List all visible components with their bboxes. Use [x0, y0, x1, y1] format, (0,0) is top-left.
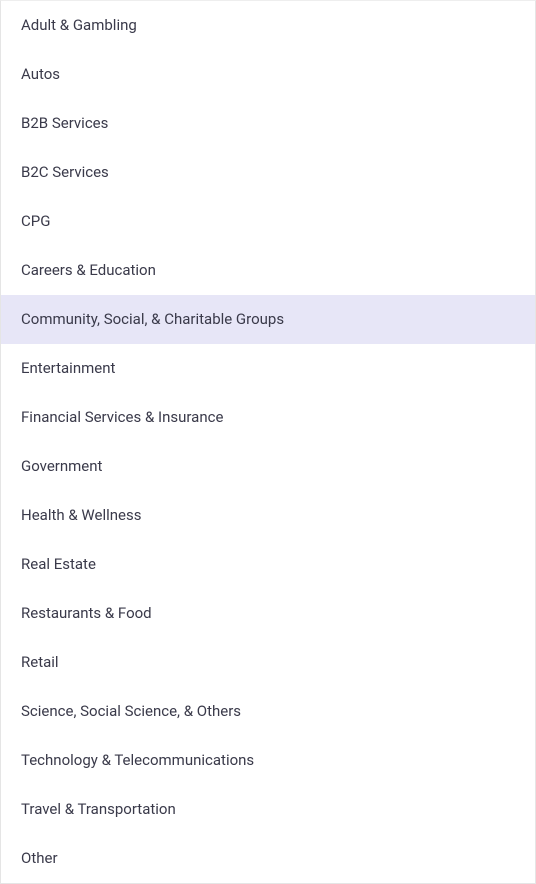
category-option-label: B2B Services: [21, 114, 108, 132]
category-option-label: Restaurants & Food: [21, 604, 152, 622]
category-option[interactable]: Retail: [1, 638, 535, 687]
category-option[interactable]: Entertainment: [1, 344, 535, 393]
category-option[interactable]: B2B Services: [1, 99, 535, 148]
category-option[interactable]: Health & Wellness: [1, 491, 535, 540]
category-option[interactable]: Travel & Transportation: [1, 785, 535, 834]
category-option[interactable]: Technology & Telecommunications: [1, 736, 535, 785]
category-option-label: Government: [21, 457, 102, 475]
category-dropdown-panel: Adult & Gambling Autos B2B Services B2C …: [0, 0, 536, 884]
category-option[interactable]: Other: [1, 834, 535, 883]
category-option[interactable]: Community, Social, & Charitable Groups: [1, 295, 535, 344]
category-option[interactable]: CPG: [1, 197, 535, 246]
category-option-label: Real Estate: [21, 555, 96, 573]
category-option[interactable]: Science, Social Science, & Others: [1, 687, 535, 736]
category-option-label: Retail: [21, 653, 59, 671]
category-option-label: Health & Wellness: [21, 506, 141, 524]
category-option[interactable]: Financial Services & Insurance: [1, 393, 535, 442]
category-option-label: Financial Services & Insurance: [21, 408, 223, 426]
category-option-label: Adult & Gambling: [21, 16, 137, 34]
category-option-label: Technology & Telecommunications: [21, 751, 254, 769]
category-option[interactable]: Adult & Gambling: [1, 1, 535, 50]
category-option[interactable]: Careers & Education: [1, 246, 535, 295]
category-option-label: Travel & Transportation: [21, 800, 176, 818]
category-option-label: Community, Social, & Charitable Groups: [21, 310, 284, 328]
category-option[interactable]: Real Estate: [1, 540, 535, 589]
category-option-label: CPG: [21, 212, 50, 230]
category-option-label: B2C Services: [21, 163, 109, 181]
category-option-label: Careers & Education: [21, 261, 156, 279]
category-option-label: Other: [21, 849, 58, 867]
category-option[interactable]: Restaurants & Food: [1, 589, 535, 638]
category-option[interactable]: B2C Services: [1, 148, 535, 197]
category-option-label: Science, Social Science, & Others: [21, 702, 241, 720]
category-option[interactable]: Autos: [1, 50, 535, 99]
category-option[interactable]: Government: [1, 442, 535, 491]
category-option-label: Autos: [21, 65, 60, 83]
category-option-label: Entertainment: [21, 359, 115, 377]
category-list: Adult & Gambling Autos B2B Services B2C …: [1, 1, 535, 883]
